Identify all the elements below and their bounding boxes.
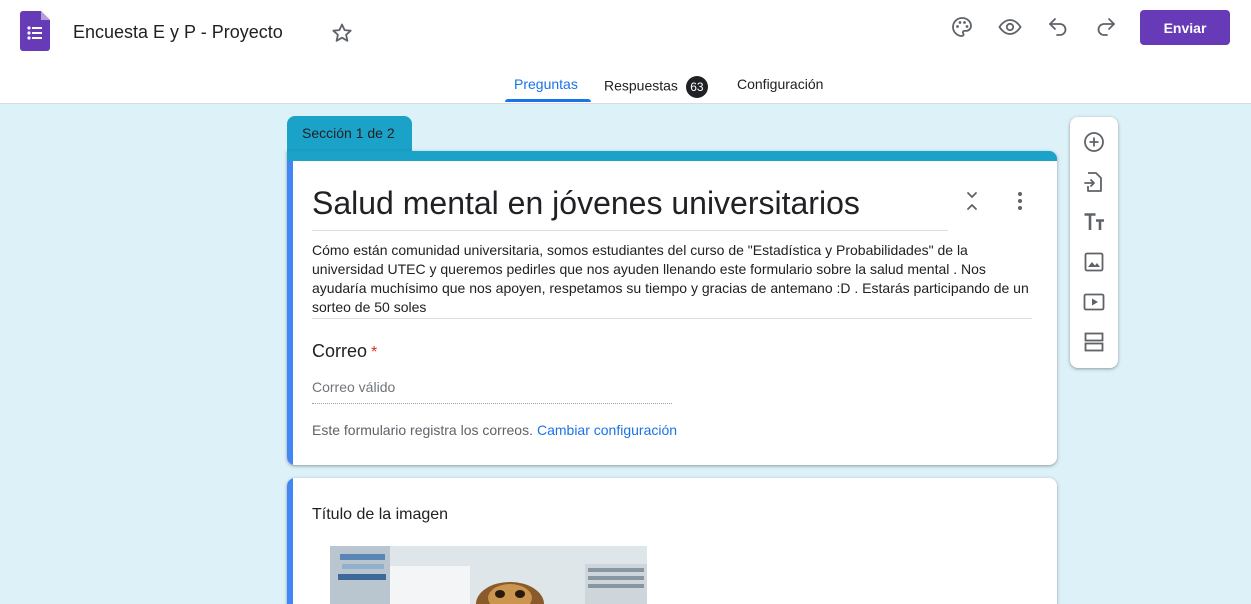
form-title[interactable]: Salud mental en jóvenes universitarios — [312, 185, 860, 222]
item-image[interactable] — [330, 546, 647, 604]
tab-responses-label: Respuestas — [604, 77, 678, 94]
add-video-icon[interactable] — [1082, 290, 1106, 314]
tab-settings[interactable]: Configuración — [737, 76, 823, 92]
title-divider — [312, 230, 948, 231]
change-settings-link[interactable]: Cambiar configuración — [537, 422, 677, 438]
email-collection-note: Este formulario registra los correos. Cam… — [312, 422, 677, 438]
active-tab-indicator — [505, 99, 591, 102]
add-section-icon[interactable] — [1082, 330, 1106, 354]
section-tag: Sección 1 de 2 — [287, 116, 412, 156]
eye-preview-icon[interactable] — [998, 15, 1022, 39]
add-title-icon[interactable] — [1082, 210, 1106, 234]
forms-logo-icon[interactable] — [20, 11, 50, 51]
image-item-card[interactable]: Título de la imagen — [287, 478, 1057, 604]
star-icon[interactable] — [330, 21, 354, 45]
form-header-card[interactable]: Salud mental en jóvenes universitarios C… — [287, 151, 1057, 465]
email-field[interactable]: Correo válido — [312, 379, 672, 404]
undo-icon[interactable] — [1046, 15, 1070, 39]
dog-with-papers-image — [330, 546, 647, 604]
import-questions-icon[interactable] — [1082, 170, 1106, 194]
send-button[interactable]: Enviar — [1140, 10, 1230, 45]
document-title[interactable]: Encuesta E y P - Proyecto — [73, 22, 283, 43]
add-question-icon[interactable] — [1082, 130, 1106, 154]
tab-bar: Preguntas Respuestas 63 Configuración — [0, 66, 1251, 104]
description-divider — [312, 318, 1032, 319]
redo-icon[interactable] — [1094, 15, 1118, 39]
collapse-section-icon[interactable] — [960, 189, 984, 213]
active-card-indicator — [287, 161, 293, 465]
top-bar: Encuesta E y P - Proyecto Enviar Pregunt… — [0, 0, 1251, 104]
add-image-icon[interactable] — [1082, 250, 1106, 274]
form-description[interactable]: Cómo están comunidad universitaria, somo… — [312, 241, 1032, 317]
required-mark: * — [371, 344, 378, 361]
email-question-text: Correo — [312, 341, 368, 361]
card-indicator — [287, 478, 293, 604]
email-note-text: Este formulario registra los correos. — [312, 422, 533, 438]
palette-icon[interactable] — [950, 15, 974, 39]
responses-count-badge: 63 — [685, 76, 708, 98]
more-options-icon[interactable] — [1008, 189, 1032, 213]
tab-questions[interactable]: Preguntas — [514, 76, 578, 92]
tab-responses[interactable]: Respuestas 63 — [604, 76, 708, 98]
image-title[interactable]: Título de la imagen — [312, 506, 448, 524]
side-toolbar — [1070, 117, 1118, 368]
section-label: Sección 1 de 2 — [302, 125, 395, 141]
email-question-label: Correo * — [312, 341, 377, 362]
